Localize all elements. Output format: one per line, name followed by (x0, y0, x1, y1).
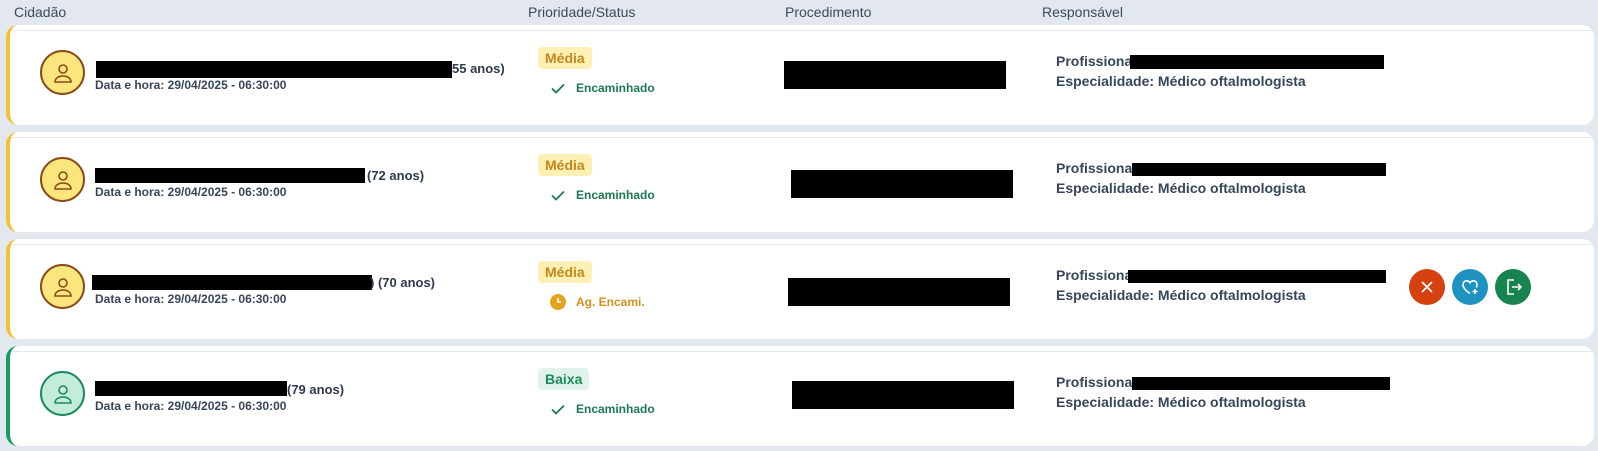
specialty-text: Especialidade: Médico oftalmologista (1056, 73, 1306, 89)
user-icon (40, 50, 85, 95)
priority-badge: Baixa (538, 368, 590, 390)
priority-badge: Média (538, 47, 592, 69)
row-divider (10, 351, 1594, 352)
specialty-text: Especialidade: Médico oftalmologista (1056, 180, 1306, 196)
header-procedure: Procedimento (785, 4, 872, 20)
priority-badge: Média (538, 261, 592, 283)
header-responsible: Responsável (1042, 4, 1123, 20)
header-priority-status: Prioridade/Status (528, 4, 636, 20)
favorite-button[interactable] (1452, 269, 1488, 305)
row-divider (10, 30, 1594, 31)
status-text: Encaminhado (576, 188, 655, 202)
professional-line: Profissional: (1056, 374, 1141, 390)
user-icon (40, 157, 85, 202)
exit-icon (1507, 279, 1523, 295)
redacted-professional (1130, 55, 1384, 69)
check-icon (550, 401, 566, 417)
appointment-datetime: Data e hora: 29/04/2025 - 06:30:00 (95, 185, 287, 199)
user-icon (40, 371, 85, 416)
status-label: Ag. Encami. (550, 294, 645, 310)
status-label: Encaminhado (550, 187, 655, 203)
appointment-datetime: Data e hora: 29/04/2025 - 06:30:00 (95, 399, 287, 413)
citizen-age: (72 anos) (367, 168, 425, 183)
check-icon (550, 187, 566, 203)
redacted-name (95, 168, 365, 183)
header-citizen: Cidadão (14, 4, 67, 20)
table-row[interactable]: (79 anos) Data e hora: 29/04/2025 - 06:3… (6, 346, 1594, 446)
citizen-age: ) (70 anos) (370, 275, 436, 290)
status-text: Ag. Encami. (576, 295, 645, 309)
citizen-age: 55 anos) (452, 61, 505, 76)
professional-line: Profissional: (1056, 53, 1141, 69)
redacted-name (92, 275, 372, 290)
redacted-professional (1132, 163, 1386, 176)
professional-label: Profissional: (1056, 374, 1141, 390)
clock-icon (550, 294, 566, 310)
citizen-age: (79 anos) (287, 382, 345, 397)
table-row[interactable]: 55 anos) Data e hora: 29/04/2025 - 06:30… (6, 25, 1594, 125)
heart-plus-icon (1462, 279, 1478, 295)
table-row[interactable]: ) (70 anos) Data e hora: 29/04/2025 - 06… (6, 239, 1594, 339)
professional-label: Profissional: (1056, 160, 1141, 176)
redacted-name (95, 381, 287, 396)
close-icon (1421, 281, 1433, 293)
table-header: Cidadão Prioridade/Status Procedimento R… (0, 0, 1598, 24)
redacted-procedure (788, 278, 1010, 306)
row-divider (10, 137, 1594, 138)
row-divider (10, 244, 1594, 245)
user-icon (40, 264, 85, 309)
status-label: Encaminhado (550, 401, 655, 417)
specialty-text: Especialidade: Médico oftalmologista (1056, 394, 1306, 410)
redacted-procedure (791, 170, 1013, 198)
redacted-professional (1128, 270, 1386, 283)
redacted-procedure (784, 61, 1006, 89)
status-label: Encaminhado (550, 80, 655, 96)
professional-label: Profissional: (1056, 53, 1141, 69)
priority-badge: Média (538, 154, 592, 176)
check-icon (550, 80, 566, 96)
specialty-text: Especialidade: Médico oftalmologista (1056, 287, 1306, 303)
redacted-professional (1132, 377, 1390, 390)
appointment-datetime: Data e hora: 29/04/2025 - 06:30:00 (95, 78, 287, 92)
exit-button[interactable] (1495, 269, 1531, 305)
professional-line: Profissional: (1056, 160, 1141, 176)
redacted-procedure (792, 381, 1014, 409)
redacted-name (96, 61, 452, 78)
table-row[interactable]: (72 anos) Data e hora: 29/04/2025 - 06:3… (6, 132, 1594, 232)
status-text: Encaminhado (576, 402, 655, 416)
cancel-button[interactable] (1409, 269, 1445, 305)
status-text: Encaminhado (576, 81, 655, 95)
appointment-datetime: Data e hora: 29/04/2025 - 06:30:00 (95, 292, 287, 306)
